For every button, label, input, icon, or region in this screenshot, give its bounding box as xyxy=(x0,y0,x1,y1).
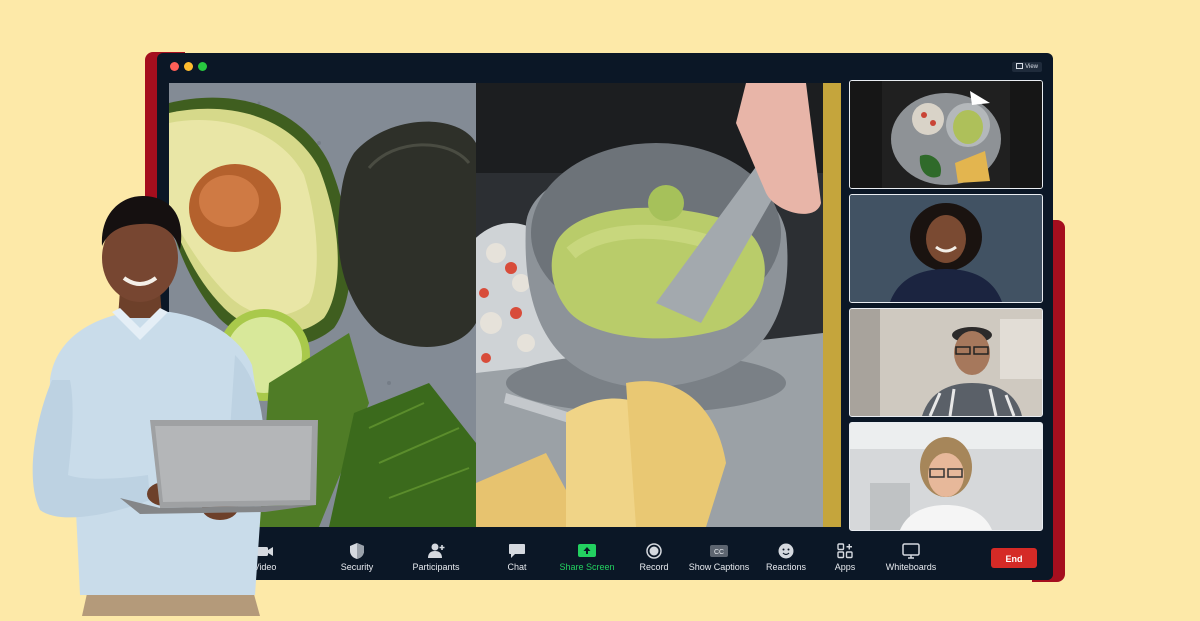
apps-icon xyxy=(837,543,853,559)
shield-icon xyxy=(350,543,364,559)
minimize-window-button[interactable] xyxy=(184,62,193,71)
chat-button[interactable]: Chat xyxy=(477,537,557,580)
guacamole-image xyxy=(476,83,823,527)
participant-tile-person[interactable] xyxy=(849,422,1043,531)
close-window-button[interactable] xyxy=(170,62,179,71)
cc-icon: CC xyxy=(710,545,728,557)
view-label: View xyxy=(1025,64,1038,70)
whiteboard-icon xyxy=(902,543,920,559)
chat-bubble-icon xyxy=(509,544,525,558)
end-meeting-button[interactable]: End xyxy=(991,548,1037,568)
view-button[interactable]: View xyxy=(1012,62,1042,72)
chat-label: Chat xyxy=(507,562,527,572)
grid-view-icon xyxy=(1016,63,1024,69)
participants-label: Participants xyxy=(412,562,460,572)
whiteboards-label: Whiteboards xyxy=(885,562,937,572)
whiteboards-button[interactable]: Whiteboards xyxy=(871,537,951,580)
title-bar: View xyxy=(157,53,1053,79)
participant-tile-man[interactable] xyxy=(849,308,1043,417)
svg-text:CC: CC xyxy=(714,549,724,556)
participant-tile-woman[interactable] xyxy=(849,194,1043,303)
record-icon xyxy=(646,543,662,559)
participants-button[interactable]: Participants xyxy=(396,537,476,580)
participant-tile-food-tray[interactable] xyxy=(849,80,1043,189)
gold-border-strip xyxy=(823,83,841,527)
share-screen-icon xyxy=(578,544,596,557)
maximize-window-button[interactable] xyxy=(198,62,207,71)
presenter-with-laptop xyxy=(20,190,340,616)
smiley-icon xyxy=(778,543,794,559)
participants-icon xyxy=(428,543,445,558)
